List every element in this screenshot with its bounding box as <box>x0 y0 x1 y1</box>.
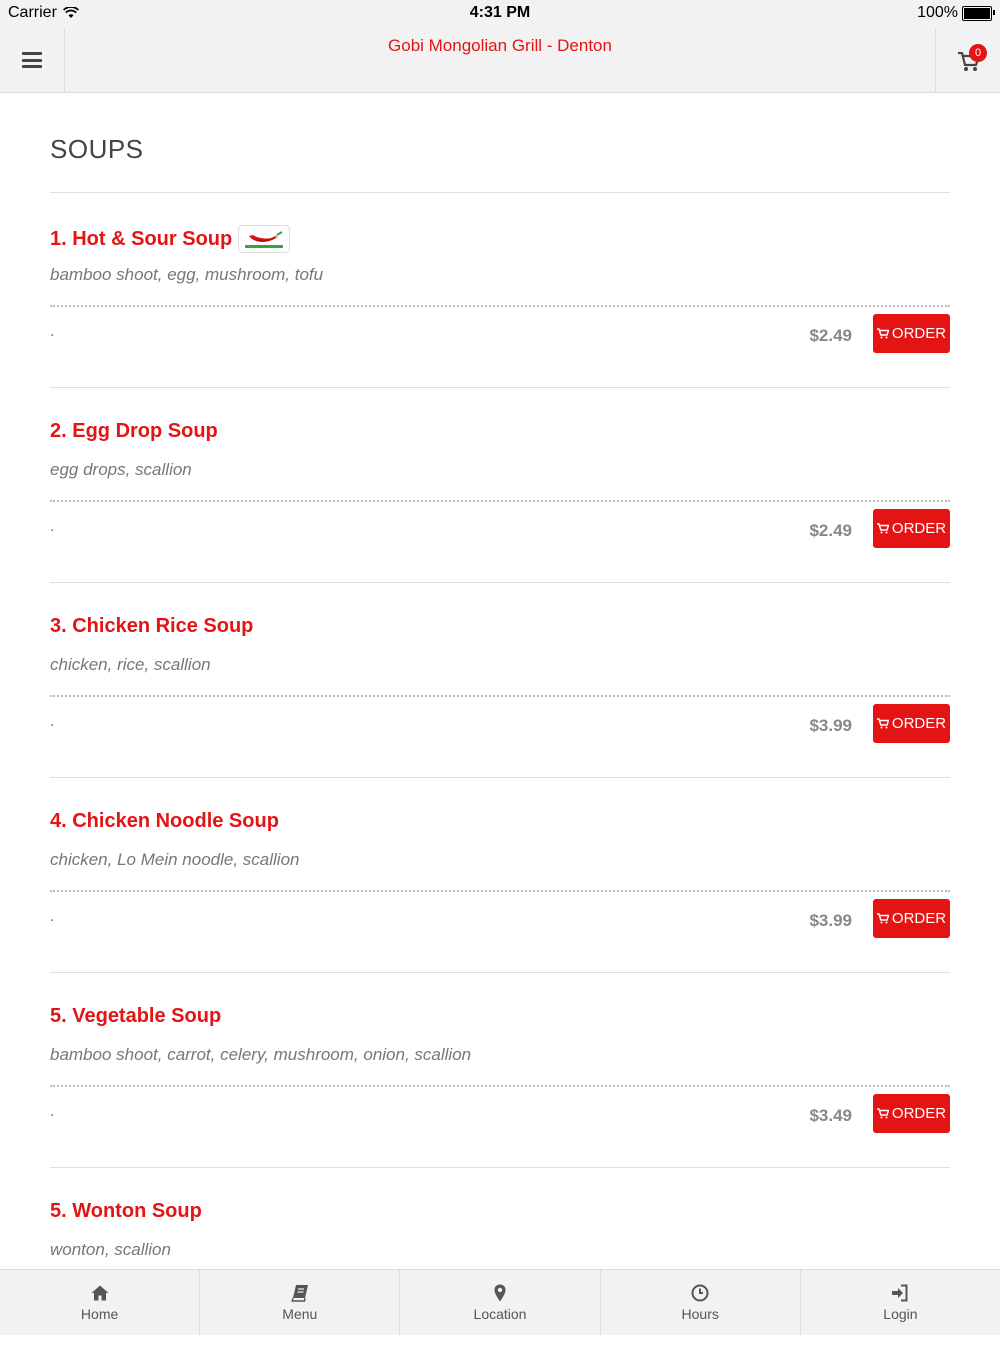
menu-item: 3. Chicken Rice Soup chicken, rice, scal… <box>50 583 950 778</box>
item-name: 5. Wonton Soup <box>50 1200 202 1222</box>
dotted-divider <box>50 1085 950 1087</box>
item-price: $3.49 <box>809 1106 852 1125</box>
dotted-divider <box>50 305 950 307</box>
order-button[interactable]: ORDER <box>873 899 950 938</box>
battery-status: 100% <box>917 4 995 22</box>
bottom-tab-bar: Home Menu Location Hours Login <box>0 1269 1000 1335</box>
item-name-row[interactable]: 3. Chicken Rice Soup <box>50 615 253 638</box>
item-name: 3. Chicken Rice Soup <box>50 615 254 637</box>
item-name-row[interactable]: 1. Hot & Sour Soup <box>50 225 291 253</box>
order-button[interactable]: ORDER <box>873 314 950 353</box>
order-button[interactable]: ORDER <box>873 509 950 548</box>
menu-item: 5. Vegetable Soup bamboo shoot, carrot, … <box>50 973 950 1168</box>
cart-icon <box>876 328 889 339</box>
app-header: Gobi Mongolian Grill - Denton 0 <box>0 28 1000 93</box>
battery-icon <box>962 5 995 21</box>
tab-label: Location <box>473 1305 527 1322</box>
dotted-divider <box>50 695 950 697</box>
clock-icon <box>691 1284 709 1301</box>
dotted-divider <box>50 500 950 502</box>
menu-button[interactable] <box>0 28 65 92</box>
status-bar: Carrier 4:31 PM 100% <box>0 0 1000 28</box>
item-option-mark: . <box>50 323 55 340</box>
battery-percent: 100% <box>917 4 958 21</box>
page-title: Gobi Mongolian Grill - Denton <box>388 36 612 55</box>
item-name-row[interactable]: 4. Chicken Noodle Soup <box>50 810 279 833</box>
status-time: 4:31 PM <box>469 4 531 21</box>
tab-menu[interactable]: Menu <box>200 1270 401 1335</box>
tab-login[interactable]: Login <box>801 1270 1000 1335</box>
cart-icon <box>876 718 889 729</box>
tab-home[interactable]: Home <box>0 1270 201 1335</box>
item-name-row[interactable]: 5. Wonton Soup <box>50 1200 202 1223</box>
menu-item: 1. Hot & Sour Soup bamboo shoot, egg, mu… <box>50 193 950 388</box>
hamburger-icon <box>22 52 42 68</box>
cart-button[interactable]: 0 <box>935 28 1000 92</box>
item-name: 1. Hot & Sour Soup <box>50 227 233 250</box>
map-pin-icon <box>494 1284 506 1301</box>
item-price: $2.49 <box>809 326 852 345</box>
order-button[interactable]: ORDER <box>873 704 950 743</box>
order-button[interactable]: ORDER <box>873 1094 950 1133</box>
item-description: bamboo shoot, egg, mushroom, tofu <box>50 265 324 284</box>
order-label: ORDER <box>891 715 947 732</box>
book-icon <box>291 1284 308 1302</box>
item-name: 5. Vegetable Soup <box>50 1005 222 1027</box>
item-price: $3.99 <box>809 911 852 930</box>
item-description: egg drops, scallion <box>50 460 192 479</box>
tab-location[interactable]: Location <box>400 1270 601 1335</box>
order-label: ORDER <box>891 910 947 927</box>
menu-content: SOUPS 1. Hot & Sour Soup bamboo shoot, e… <box>50 92 950 1362</box>
item-description: wonton, scallion <box>50 1240 171 1259</box>
item-option-mark: . <box>50 908 55 925</box>
tab-label: Login <box>883 1305 918 1322</box>
menu-item: 2. Egg Drop Soup egg drops, scallion . $… <box>50 388 950 583</box>
item-price: $3.99 <box>809 716 852 735</box>
tab-label: Menu <box>282 1305 318 1322</box>
sign-in-icon <box>892 1284 908 1301</box>
tab-label: Home <box>80 1305 119 1322</box>
menu-item: 4. Chicken Noodle Soup chicken, Lo Mein … <box>50 778 950 973</box>
cart-count-badge: 0 <box>969 44 987 62</box>
cart-icon <box>876 913 889 924</box>
order-label: ORDER <box>891 325 947 342</box>
item-name-row[interactable]: 5. Vegetable Soup <box>50 1005 221 1028</box>
item-name: 4. Chicken Noodle Soup <box>50 810 279 832</box>
item-option-mark: . <box>50 518 55 535</box>
item-description: bamboo shoot, carrot, celery, mushroom, … <box>50 1045 472 1064</box>
item-description: chicken, rice, scallion <box>50 655 211 674</box>
chili-pepper-icon <box>238 225 291 253</box>
item-option-mark: . <box>50 713 55 730</box>
item-name: 2. Egg Drop Soup <box>50 420 218 442</box>
cart-icon <box>876 523 889 534</box>
home-icon <box>91 1285 109 1300</box>
item-price: $2.49 <box>809 521 852 540</box>
item-description: chicken, Lo Mein noodle, scallion <box>50 850 300 869</box>
tab-hours[interactable]: Hours <box>601 1270 801 1335</box>
item-option-mark: . <box>50 1103 55 1120</box>
dotted-divider <box>50 890 950 892</box>
cart-icon <box>876 1108 889 1119</box>
order-label: ORDER <box>891 1105 947 1122</box>
tab-label: Hours <box>681 1305 719 1322</box>
section-title: SOUPS <box>50 92 950 193</box>
order-label: ORDER <box>891 520 947 537</box>
item-name-row[interactable]: 2. Egg Drop Soup <box>50 420 218 443</box>
